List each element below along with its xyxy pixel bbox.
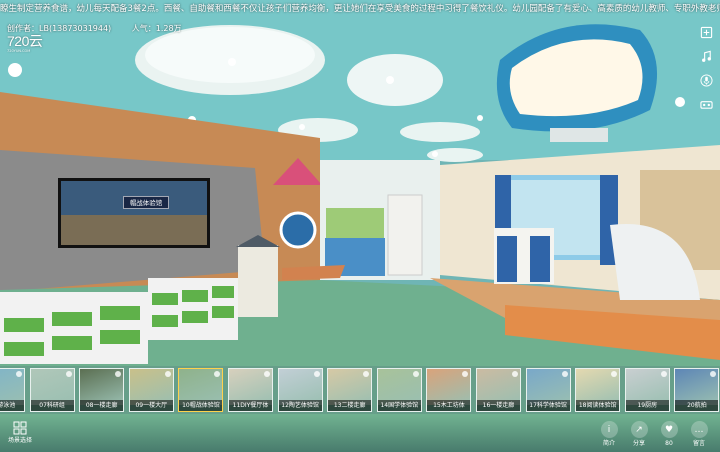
- scene-thumbnail[interactable]: 13二楼走廊: [327, 368, 373, 412]
- scene-thumbnail[interactable]: 16一楼走廊: [476, 368, 521, 412]
- scene-thumbnail-label: 19厨房: [625, 400, 669, 411]
- screen-sign: 帽战体验馆: [123, 196, 169, 209]
- microphone-icon[interactable]: [698, 72, 714, 88]
- logo-text: 720云: [7, 33, 43, 49]
- share-icon: ↗: [630, 421, 648, 438]
- scene-thumbnail-label: 18阅读体验馆: [576, 400, 620, 411]
- comment-button[interactable]: … 留言: [687, 421, 711, 451]
- scene-thumbnail[interactable]: 14国学体验馆: [376, 368, 422, 412]
- scene-thumbnail[interactable]: 10帽战体验馆: [178, 368, 224, 412]
- scene-thumbnail-label: 17科学体验馆: [526, 400, 570, 411]
- popularity-label: 人气：1.28万: [131, 24, 182, 33]
- scene-select-label: 场景选择: [7, 437, 32, 444]
- like-button[interactable]: ♥ 80: [657, 421, 681, 451]
- scene-select-button[interactable]: 场景选择: [5, 420, 35, 450]
- panorama-badge-icon: [313, 371, 320, 377]
- scene-thumbnail[interactable]: 19厨房: [624, 368, 670, 412]
- panorama-badge-icon: [412, 371, 419, 377]
- info-icon: i: [600, 421, 618, 438]
- share-button[interactable]: ↗ 分享: [627, 421, 651, 451]
- scene-marquee-text: 瞭生制定营养食谱，幼儿每天配备3餐2点。西餐、自助餐和西餐不仅让孩子们营养均衡，…: [0, 4, 720, 14]
- thumbs-up-icon: ♥: [660, 421, 678, 438]
- intro-label: 简介: [602, 440, 615, 447]
- panorama-badge-icon: [512, 371, 518, 377]
- scene-thumbnail-label: 16一楼走廊: [477, 400, 520, 411]
- intro-button[interactable]: i 简介: [597, 421, 621, 451]
- share-label: 分享: [632, 440, 645, 447]
- panorama-badge-icon: [561, 371, 568, 377]
- vr-glasses-icon[interactable]: [698, 96, 714, 112]
- scene-thumbnail-strip[interactable]: 05游泳池 07科研组 08一楼走廊 09一楼大厅 10帽战体验馆 11DIY餐厅体 12陶…: [0, 366, 720, 414]
- comment-icon: …: [690, 421, 708, 438]
- scene-thumbnail-label: 09一楼大厅: [129, 400, 173, 411]
- panorama-badge-icon: [264, 371, 270, 377]
- scene-thumbnail-label: 14国学体验馆: [377, 400, 421, 411]
- panorama-viewer[interactable]: 瞭生制定营养食谱，幼儿每天配备3餐2点。西餐、自助餐和西餐不仅让孩子们营养均衡，…: [0, 0, 720, 452]
- scene-thumbnail-label: 13二楼走廊: [328, 400, 372, 411]
- scene-thumbnail[interactable]: 18阅读体验馆: [575, 368, 621, 412]
- scene-thumbnail-label: 07科研组: [30, 400, 74, 411]
- scene-thumbnail[interactable]: 20航拍: [674, 368, 720, 412]
- scene-thumbnail-label: 08一楼走廊: [80, 400, 124, 411]
- panorama-badge-icon: [164, 371, 171, 377]
- gyroscope-icon[interactable]: [698, 24, 714, 40]
- scene-thumbnail-label: 15木工坊体: [427, 400, 471, 411]
- music-icon[interactable]: [698, 48, 714, 64]
- panorama-badge-icon: [660, 371, 667, 377]
- right-toolbar: [698, 24, 714, 120]
- scene-thumbnail[interactable]: 17科学体验馆: [525, 368, 571, 412]
- scene-thumbnail-label: 12陶艺体验馆: [278, 400, 322, 411]
- panorama-badge-icon: [16, 371, 22, 377]
- scene-thumbnail[interactable]: 08一楼走廊: [79, 368, 125, 412]
- scene-thumbnail[interactable]: 07科研组: [29, 368, 75, 412]
- scene-thumbnail-label: 10帽战体验馆: [179, 400, 223, 411]
- comment-label: 留言: [692, 440, 705, 447]
- grid-icon: [13, 421, 27, 435]
- scene-thumbnail[interactable]: 09一楼大厅: [128, 368, 174, 412]
- scene-thumbnail[interactable]: 12陶艺体验馆: [277, 368, 323, 412]
- creator-label[interactable]: 创作者：LB(13873031944): [7, 24, 111, 33]
- scene-thumbnail-label: 11DIY餐厅体: [229, 400, 272, 411]
- scene-thumbnail[interactable]: 15木工坊体: [426, 368, 472, 412]
- scene-thumbnail-label: 05游泳池: [0, 400, 24, 411]
- scene-thumbnail-label: 20航拍: [675, 400, 719, 411]
- scene-thumbnail[interactable]: 11DIY餐厅体: [228, 368, 273, 412]
- logo-subtext: 720YUN.COM: [7, 49, 31, 53]
- panorama-badge-icon: [65, 371, 72, 377]
- like-count: 80: [665, 440, 673, 447]
- scene-thumbnail[interactable]: 05游泳池: [0, 368, 25, 412]
- brand-logo[interactable]: 720云 720YUN.COM: [7, 34, 47, 56]
